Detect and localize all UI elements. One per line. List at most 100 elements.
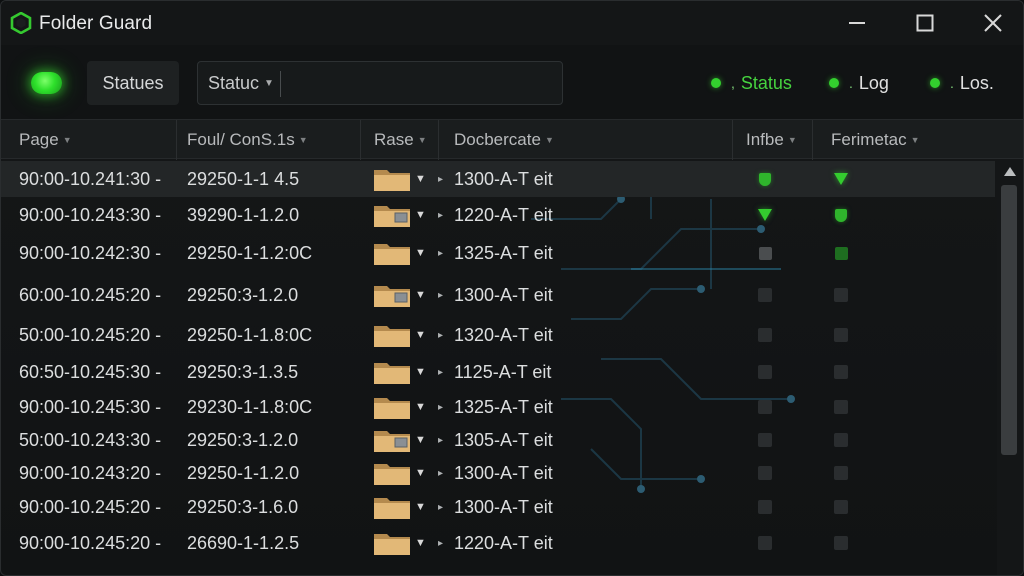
inactive-status-icon xyxy=(758,433,772,447)
chevron-down-icon[interactable]: ▼ xyxy=(415,366,426,378)
expand-arrow-icon[interactable]: ▸ xyxy=(438,210,443,221)
row-folder-cell xyxy=(373,489,411,525)
chevron-down-icon[interactable]: ▼ xyxy=(415,401,426,413)
chevron-down-icon[interactable]: ▼ xyxy=(415,329,426,341)
expand-arrow-icon[interactable]: ▸ xyxy=(438,290,443,301)
row-time-cell: 50:00-10.245:20 - xyxy=(19,324,162,345)
table-row[interactable]: 50:00-10.243:30 - 29250:3-1.2.0 ▼ ▸ 1305-A-T… xyxy=(1,422,995,458)
row-doc-cell: 1220-A-T eit xyxy=(454,532,553,553)
row-code-cell: 29250:3-1.2.0 xyxy=(187,284,299,305)
chevron-down-icon[interactable]: ▼ xyxy=(415,434,426,446)
app-title: Folder Guard xyxy=(39,13,153,34)
inactive-status-icon xyxy=(834,400,848,414)
row-dropdown-cell: ▼ xyxy=(415,197,426,233)
maximize-button[interactable] xyxy=(895,1,955,45)
expand-arrow-icon[interactable]: ▸ xyxy=(438,174,443,185)
row-ferimetac-cell xyxy=(833,235,849,271)
row-doc-cell: 1300-A-T eit xyxy=(454,462,553,483)
row-time-cell: 60:50-10.245:30 - xyxy=(19,361,162,382)
column-header-foul-cons[interactable]: Foul/ ConS.1s ▼ xyxy=(177,120,361,160)
triangle-status-icon xyxy=(834,173,848,185)
app-window: Folder Guard Statues Statuc ▼ , Status .… xyxy=(0,0,1024,576)
vertical-scrollbar[interactable] xyxy=(997,159,1023,575)
expand-arrow-icon[interactable]: ▸ xyxy=(438,435,443,446)
expand-arrow-icon[interactable]: ▸ xyxy=(438,330,443,341)
column-header-docbercate[interactable]: Docbercate ▼ xyxy=(439,120,733,160)
legend-status[interactable]: , Status xyxy=(711,71,792,95)
row-code-cell: 26690-1-1.2.5 xyxy=(187,532,300,553)
row-ferimetac-cell xyxy=(833,525,849,561)
inactive-status-icon xyxy=(758,500,772,514)
inactive-status-icon xyxy=(758,365,772,379)
table-row[interactable]: 90:00-10.242:30 - 29250-1-1.2:0C ▼ ▸ 1325-A-… xyxy=(1,235,995,271)
table-row[interactable]: 90:00-10.245:20 - 26690-1-1.2.5 ▼ ▸ 1220-A-T… xyxy=(1,525,995,561)
statues-button[interactable]: Statues xyxy=(87,61,179,105)
row-ferimetac-cell xyxy=(833,489,849,525)
inactive-status-icon xyxy=(834,466,848,480)
row-expand-cell: ▸ xyxy=(438,277,443,313)
column-header-infbe[interactable]: Infbe ▼ xyxy=(733,120,813,160)
row-time-cell: 60:00-10.245:20 - xyxy=(19,284,162,305)
scrollbar-thumb[interactable] xyxy=(1001,185,1017,455)
table-row[interactable]: 90:00-10.241:30 - 29250-1-1 4.5 ▼ ▸ 1300-A-T… xyxy=(1,161,995,197)
row-ferimetac-cell xyxy=(833,277,849,313)
legend-los[interactable]: . Los. xyxy=(930,71,994,95)
log-dot-icon xyxy=(829,78,839,88)
table-row[interactable]: 90:00-10.243:30 - 39290-1-1.2.0 ▼ ▸ 1220-A-T… xyxy=(1,197,995,233)
row-time-cell: 90:00-10.245:20 - xyxy=(19,532,162,553)
column-header-page[interactable]: Page ▼ xyxy=(1,120,177,160)
row-expand-cell: ▸ xyxy=(438,354,443,390)
expand-arrow-icon[interactable]: ▸ xyxy=(438,538,443,549)
row-ferimetac-cell xyxy=(833,354,849,390)
row-doc-cell: 1125-A-T eit xyxy=(454,361,552,382)
table-row[interactable]: 90:00-10.245:30 - 29230-1-1.8:0C ▼ ▸ 1325-A-… xyxy=(1,389,995,425)
table-row[interactable]: 60:50-10.245:30 - 29250:3-1.3.5 ▼ ▸ 1125-A-T… xyxy=(1,354,995,390)
app-logo-icon xyxy=(10,12,32,34)
expand-arrow-icon[interactable]: ▸ xyxy=(438,248,443,259)
row-code-cell: 29250-1-1.8:0C xyxy=(187,324,313,345)
close-icon xyxy=(984,14,1002,32)
scroll-up-icon[interactable] xyxy=(1004,167,1016,176)
chevron-down-icon[interactable]: ▼ xyxy=(415,209,426,221)
expand-arrow-icon[interactable]: ▸ xyxy=(438,468,443,479)
row-folder-cell xyxy=(373,317,411,353)
table-row[interactable]: 50:00-10.245:20 - 29250-1-1.8:0C ▼ ▸ 1320-A-… xyxy=(1,317,995,353)
row-dropdown-cell: ▼ xyxy=(415,317,426,353)
table-row[interactable]: 90:00-10.245:20 - 29250:3-1.6.0 ▼ ▸ 1300-A-T… xyxy=(1,489,995,525)
table-row[interactable]: 90:00-10.243:20 - 29250-1-1.2.0 ▼ ▸ 1300-A-T… xyxy=(1,455,995,491)
row-dropdown-cell: ▼ xyxy=(415,422,426,458)
legend-log[interactable]: . Log xyxy=(829,71,889,95)
table-row[interactable]: 60:00-10.245:20 - 29250:3-1.2.0 ▼ ▸ 1300-A-T… xyxy=(1,277,995,313)
column-header-rase[interactable]: Rase ▼ xyxy=(361,120,439,160)
row-folder-cell xyxy=(373,354,411,390)
row-infbe-cell xyxy=(757,455,773,491)
row-infbe-cell xyxy=(757,389,773,425)
row-folder-cell xyxy=(373,525,411,561)
expand-arrow-icon[interactable]: ▸ xyxy=(438,367,443,378)
chevron-down-icon[interactable]: ▼ xyxy=(415,173,426,185)
chevron-down-icon[interactable]: ▼ xyxy=(415,501,426,513)
power-toggle[interactable] xyxy=(31,72,62,94)
chevron-down-icon[interactable]: ▼ xyxy=(415,467,426,479)
expand-arrow-icon[interactable]: ▸ xyxy=(438,502,443,513)
row-ferimetac-cell xyxy=(833,455,849,491)
chevron-down-icon[interactable]: ▼ xyxy=(415,537,426,549)
row-folder-cell xyxy=(373,277,411,313)
folder-icon xyxy=(374,244,410,265)
status-dot-icon xyxy=(711,78,721,88)
column-header-ferimetac[interactable]: Ferimetac ▼ xyxy=(813,120,1023,160)
chevron-down-icon[interactable]: ▼ xyxy=(415,247,426,259)
row-expand-cell: ▸ xyxy=(438,422,443,458)
shield-status-icon xyxy=(835,208,847,222)
minimize-button[interactable] xyxy=(827,1,887,45)
expand-arrow-icon[interactable]: ▸ xyxy=(438,402,443,413)
row-folder-cell xyxy=(373,197,411,233)
search-input[interactable] xyxy=(286,68,554,98)
row-expand-cell: ▸ xyxy=(438,489,443,525)
sort-arrow-icon: ▼ xyxy=(62,135,72,145)
status-select[interactable]: Statuc ▼ xyxy=(208,62,274,104)
row-doc-cell: 1305-A-T eit xyxy=(454,429,553,450)
chevron-down-icon[interactable]: ▼ xyxy=(415,289,426,301)
row-ferimetac-cell xyxy=(833,317,849,353)
close-button[interactable] xyxy=(963,1,1023,45)
